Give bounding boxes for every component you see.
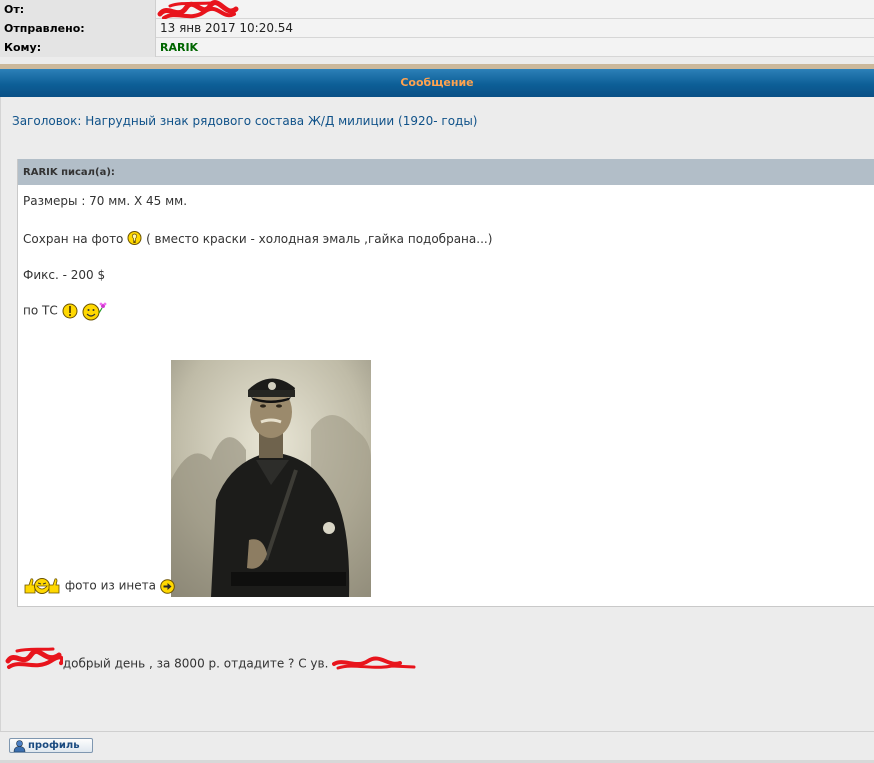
- quote-delivery-line: по ТС: [23, 301, 107, 321]
- redacted-greeting-name: [5, 647, 63, 669]
- from-label: От:: [0, 0, 156, 19]
- message-title-bar: Сообщение: [0, 69, 874, 97]
- flower-smiley-icon: [82, 302, 107, 321]
- reply-text: добрый день , за 8000 р. отдадите ? С ув…: [62, 656, 329, 671]
- redacted-signature: [332, 656, 416, 670]
- quote-condition-line: Сохран на фото ( вместо краски - холодна…: [23, 231, 492, 248]
- sent-date: 13 янв 2017 10:20.54: [160, 21, 294, 35]
- sent-label: Отправлено:: [0, 19, 156, 38]
- quote-author: RARIK писал(а):: [17, 159, 874, 185]
- quote-caption-line: фото из инета: [23, 577, 175, 595]
- delivery-text: по ТС: [23, 303, 58, 318]
- profile-label: профиль: [28, 740, 80, 751]
- condition-prefix: Сохран на фото: [23, 232, 124, 246]
- thumbs-up-smiley-icon: [24, 578, 60, 594]
- recipient-name[interactable]: RARIK: [160, 41, 198, 54]
- photo-caption: фото из инета: [64, 578, 156, 593]
- quote-box: Размеры : 70 мм. Х 45 мм. Сохран на фото…: [17, 185, 874, 607]
- sent-row: Отправлено: 13 янв 2017 10:20.54: [0, 19, 874, 38]
- arrow-smiley-icon: [159, 578, 175, 594]
- to-label: Кому:: [0, 38, 156, 57]
- to-row: Кому: RARIK: [0, 38, 874, 57]
- police-officer-photo: [171, 360, 371, 597]
- quote-size-line: Размеры : 70 мм. Х 45 мм.: [23, 194, 188, 208]
- exclaim-smiley-icon: [62, 303, 78, 319]
- from-row: От:: [0, 0, 874, 20]
- profile-icon: [13, 740, 26, 752]
- message-header-table: От: Отправлено: 13 янв 2017 10:20.54 Ком…: [0, 0, 874, 57]
- profile-button[interactable]: профиль: [9, 738, 93, 753]
- message-content: Заголовок: Нагрудный знак рядового соста…: [0, 97, 874, 731]
- post-footer: профиль: [0, 732, 874, 763]
- condition-suffix: ( вместо краски - холодная эмаль ,гайка …: [146, 232, 493, 246]
- quote-price-line: Фикс. - 200 $: [23, 268, 106, 282]
- message-subject: Заголовок: Нагрудный знак рядового соста…: [12, 114, 478, 128]
- idea-smiley-icon: [127, 231, 142, 245]
- reply-text-line: добрый день , за 8000 р. отдадите ? С ув…: [5, 647, 416, 673]
